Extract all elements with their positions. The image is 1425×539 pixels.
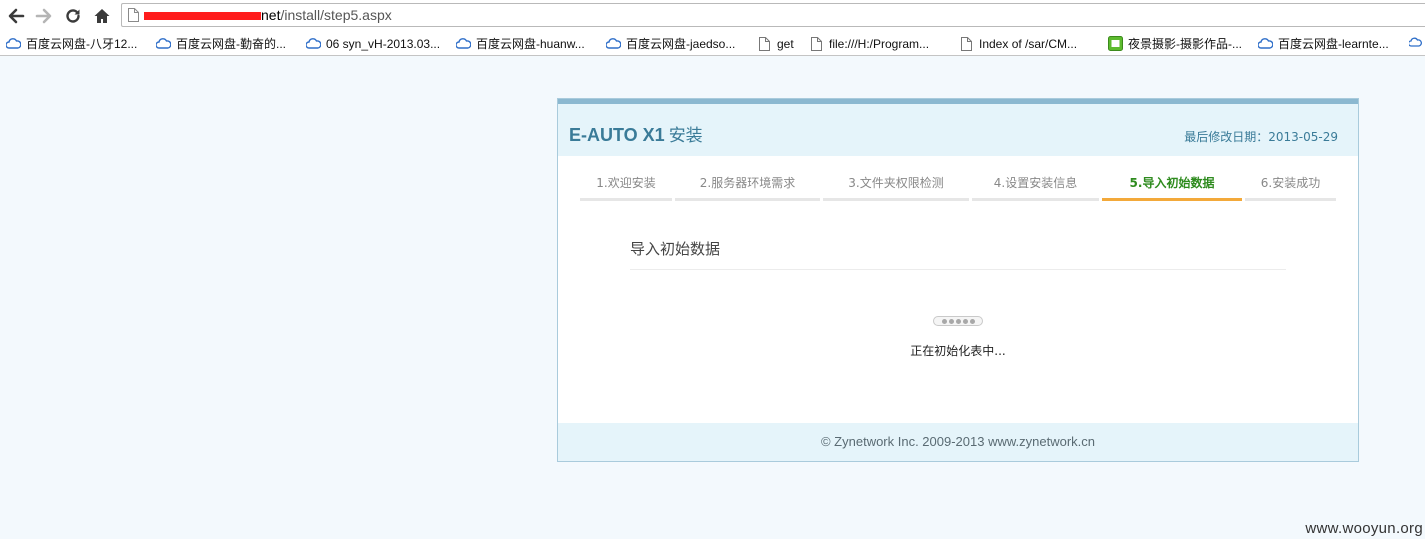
step-import-data: 5.导入初始数据 xyxy=(1102,171,1242,201)
loading-spinner-icon xyxy=(933,316,983,326)
status-message: 正在初始化表中... xyxy=(910,344,1006,358)
browser-toolbar: net/install/step5.aspx xyxy=(0,0,1425,32)
step-server-requirements: 2.服务器环境需求 xyxy=(675,171,820,201)
step-install-settings: 4.设置安装信息 xyxy=(972,171,1099,201)
step-folder-permissions: 3.文件夹权限检测 xyxy=(823,171,969,201)
install-label: 安装 xyxy=(668,126,703,146)
home-button[interactable] xyxy=(91,5,113,27)
address-bar[interactable]: net/install/step5.aspx xyxy=(121,3,1425,27)
section-title: 导入初始数据 xyxy=(630,240,721,258)
back-button[interactable] xyxy=(5,5,27,27)
step-welcome: 1.欢迎安装 xyxy=(580,171,672,201)
bookmark-item[interactable]: file:///H:/Program... xyxy=(808,35,929,52)
forward-arrow-icon xyxy=(35,8,52,24)
page-icon xyxy=(808,36,824,52)
baidu-cloud-icon xyxy=(1257,36,1273,52)
installer-title: E-AUTO X1 安装 xyxy=(569,121,703,146)
installer-panel: E-AUTO X1 安装 最后修改日期：2013-05-29 1.欢迎安装 2.服… xyxy=(557,98,1359,462)
page-icon xyxy=(128,8,139,22)
last-modified-date: 最后修改日期：2013-05-29 xyxy=(1184,130,1338,144)
bookmark-item[interactable]: 百度云网盘-八牙12... xyxy=(5,35,137,52)
url-redaction xyxy=(144,12,261,20)
step-install-success: 6.安装成功 xyxy=(1245,171,1336,201)
bookmark-item[interactable]: 夜景摄影-摄影作品-... xyxy=(1107,35,1242,52)
back-arrow-icon xyxy=(8,8,25,24)
watermark: www.wooyun.org xyxy=(1305,520,1423,537)
panel-header: E-AUTO X1 安装 最后修改日期：2013-05-29 xyxy=(558,104,1358,156)
baidu-cloud-icon xyxy=(155,36,171,52)
page-icon xyxy=(958,36,974,52)
photo-site-icon xyxy=(1107,36,1123,52)
bookmark-item[interactable]: 百度云网盘-勤奋的... xyxy=(155,35,286,52)
bookmark-item[interactable]: 百度云网盘-learnte... xyxy=(1257,35,1389,52)
bookmark-item[interactable]: Index of /sar/CM... xyxy=(958,35,1077,52)
page-icon xyxy=(756,36,772,52)
product-name: E-AUTO X1 xyxy=(569,125,665,145)
panel-footer: © Zynetwork Inc. 2009-2013 www.zynetwork… xyxy=(558,423,1358,461)
bookmark-item[interactable]: 06 syn_vH-2013.03... xyxy=(305,35,440,52)
install-steps: 1.欢迎安装 2.服务器环境需求 3.文件夹权限检测 4.设置安装信息 5.导入… xyxy=(580,171,1336,203)
home-icon xyxy=(94,9,110,23)
bookmark-item[interactable]: get xyxy=(756,35,794,52)
baidu-cloud-icon xyxy=(605,36,621,52)
bookmarks-bar: 百度云网盘-八牙12... 百度云网盘-勤奋的... 06 syn_vH-201… xyxy=(0,32,1425,56)
baidu-cloud-icon xyxy=(455,36,471,52)
baidu-cloud-icon xyxy=(305,36,321,52)
baidu-cloud-icon xyxy=(5,36,21,52)
bookmark-overflow-icon[interactable] xyxy=(1407,36,1423,53)
section-divider xyxy=(630,269,1286,270)
reload-button[interactable] xyxy=(62,5,84,27)
reload-icon xyxy=(66,9,80,23)
bookmark-item[interactable]: 百度云网盘-jaedso... xyxy=(605,35,735,52)
bookmark-item[interactable]: 百度云网盘-huanw... xyxy=(455,35,585,52)
forward-button[interactable] xyxy=(33,5,55,27)
